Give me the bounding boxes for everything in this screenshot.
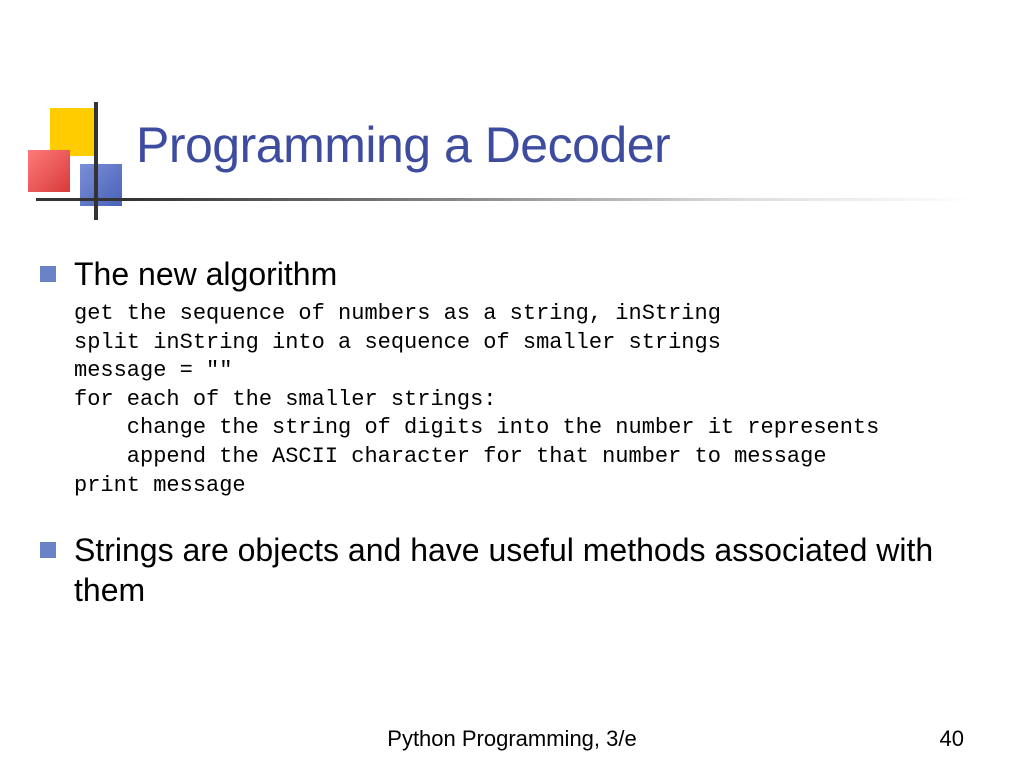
footer-page-number: 40 <box>940 726 964 752</box>
logo-vertical-line <box>94 102 98 220</box>
logo-square-red <box>28 150 70 192</box>
bullet-text: Strings are objects and have useful meth… <box>74 530 1000 610</box>
slide-content: The new algorithm get the sequence of nu… <box>40 254 1000 616</box>
footer-book-title: Python Programming, 3/e <box>0 726 1024 752</box>
bullet-item: Strings are objects and have useful meth… <box>40 530 1000 610</box>
slide: Programming a Decoder The new algorithm … <box>0 0 1024 768</box>
logo-decoration <box>28 108 138 218</box>
bullet-icon <box>40 542 56 558</box>
bullet-item: The new algorithm <box>40 254 1000 294</box>
pseudocode-block: get the sequence of numbers as a string,… <box>74 300 1000 500</box>
bullet-text: The new algorithm <box>74 254 337 294</box>
slide-title: Programming a Decoder <box>136 116 670 174</box>
bullet-icon <box>40 266 56 282</box>
logo-square-yellow <box>50 108 98 156</box>
title-underline <box>36 198 976 201</box>
